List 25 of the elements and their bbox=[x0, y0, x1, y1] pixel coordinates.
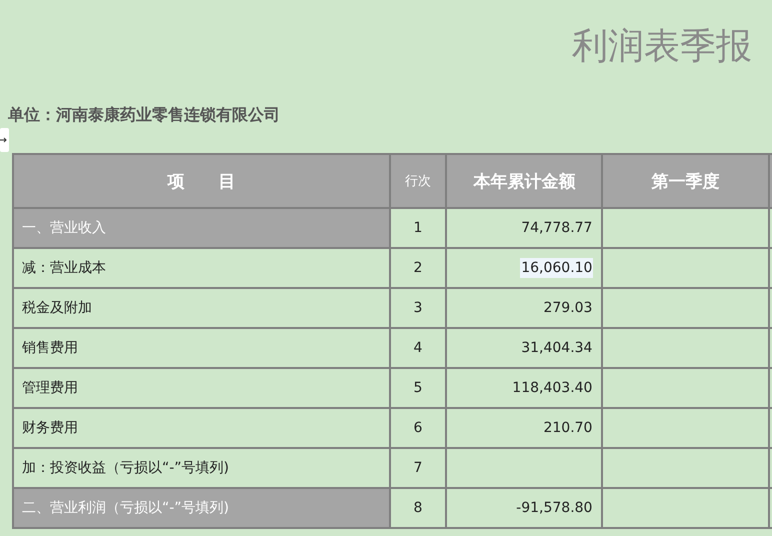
line-number-cell: 3 bbox=[390, 288, 446, 328]
item-cell: 财务费用 bbox=[13, 408, 390, 448]
line-number-cell: 7 bbox=[390, 448, 446, 488]
item-cell: 销售费用 bbox=[13, 328, 390, 368]
column-header: 行次 bbox=[390, 154, 446, 208]
line-number-cell: 2 bbox=[390, 248, 446, 288]
line-number-cell: 4 bbox=[390, 328, 446, 368]
report-title: 利润表季报 bbox=[571, 25, 753, 69]
item-cell: 减：营业成本 bbox=[13, 248, 390, 288]
item-cell: 一、营业收入 bbox=[13, 208, 390, 248]
item-cell: 二、营业利润（亏损以“-”号填列) bbox=[13, 488, 390, 528]
line-number-cell: 1 bbox=[390, 208, 446, 248]
column-header: 第一季度 bbox=[602, 154, 769, 208]
amount-cell[interactable] bbox=[446, 448, 602, 488]
amount-value[interactable]: 210.70 bbox=[542, 418, 594, 438]
item-cell: 管理费用 bbox=[13, 368, 390, 408]
line-number-cell: 5 bbox=[390, 368, 446, 408]
item-cell: 税金及附加 bbox=[13, 288, 390, 328]
line-number-cell: 6 bbox=[390, 408, 446, 448]
company-label: 单位：河南泰康药业零售连锁有限公司 bbox=[7, 104, 281, 126]
amount-value[interactable]: 16,060.10 bbox=[520, 258, 594, 278]
column-header: 本年累计金额 bbox=[446, 154, 602, 208]
amount-value[interactable]: 279.03 bbox=[542, 298, 594, 318]
column-header: 项 目 bbox=[13, 154, 390, 208]
line-number-cell: 8 bbox=[390, 488, 446, 528]
